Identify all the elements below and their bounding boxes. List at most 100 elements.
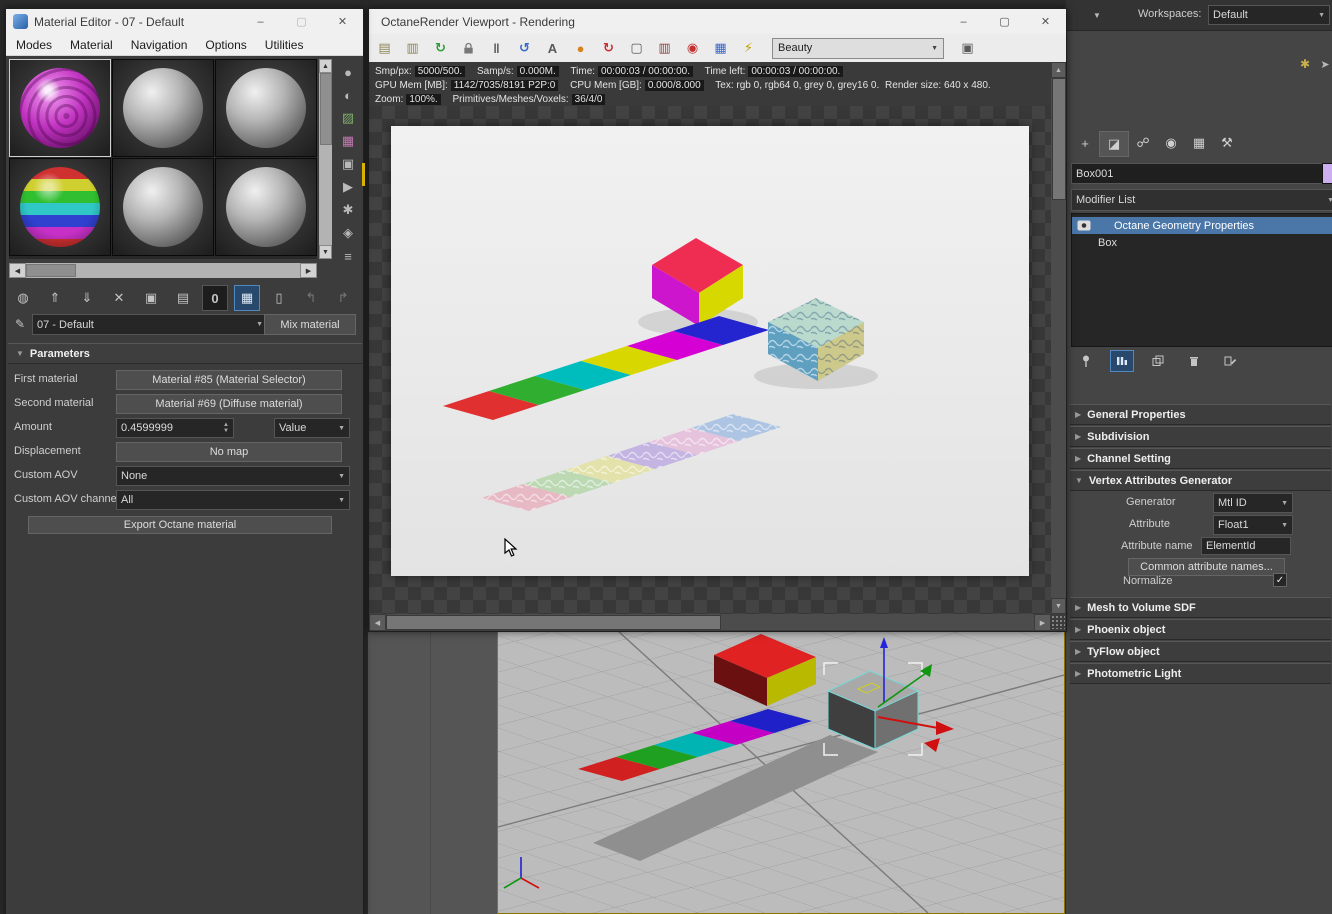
sample-slot[interactable] <box>9 158 111 256</box>
rollout-general-properties[interactable]: ▶ General Properties <box>1070 404 1331 425</box>
resize-grip[interactable] <box>1051 615 1065 629</box>
tab-hierarchy-icon[interactable]: ☍ <box>1129 131 1157 155</box>
attribute-name-field[interactable]: ElementId <box>1201 537 1291 555</box>
background-icon[interactable]: ▨ <box>336 107 360 129</box>
custom-aov-dropdown[interactable]: None ▼ <box>116 466 350 486</box>
sample-type-icon[interactable]: ● <box>336 61 360 83</box>
tab-display-icon[interactable]: ▦ <box>1185 131 1213 155</box>
spinner-down-icon[interactable]: ▼ <box>223 428 229 434</box>
tab-modify-icon[interactable]: ◪ <box>1099 131 1129 157</box>
show-end-result-icon[interactable] <box>1110 350 1134 372</box>
kernel-bolt-icon[interactable]: ⚡ <box>738 38 759 59</box>
spinner-arrows[interactable]: ▲ ▼ <box>223 422 229 434</box>
maximize-button[interactable]: ▢ <box>984 9 1025 34</box>
rollout-subdivision[interactable]: ▶ Subdivision <box>1070 426 1331 447</box>
vertical-scrollbar[interactable]: ▲ ▼ <box>1051 62 1066 614</box>
close-button[interactable]: ✕ <box>1025 9 1066 34</box>
maximize-button[interactable]: ▢ <box>281 9 322 34</box>
horizontal-scrollbar[interactable]: ◀ ▶ <box>369 614 1051 631</box>
render-pass-dropdown[interactable]: Beauty ▼ <box>772 37 944 59</box>
pick-material-pencil-icon[interactable]: ✎ <box>12 315 28 333</box>
tab-create-icon[interactable]: + <box>1071 131 1099 155</box>
scroll-right-button[interactable]: ▶ <box>300 263 317 278</box>
copy-clipboard-icon[interactable]: ▥ <box>402 38 423 59</box>
rollout-photometric-light[interactable]: ▶ Photometric Light <box>1070 663 1331 684</box>
visibility-eye-icon[interactable] <box>1077 220 1091 231</box>
remove-modifier-icon[interactable] <box>1182 350 1206 372</box>
go-to-parent-icon[interactable]: ↰ <box>298 285 324 311</box>
make-unique-icon[interactable] <box>1146 350 1170 372</box>
tab-utilities-icon[interactable]: ⚒ <box>1213 131 1241 155</box>
film-icon[interactable]: ▦ <box>710 38 731 59</box>
material-map-navigator-icon[interactable]: ≡ <box>336 245 360 267</box>
viewport-perspective[interactable] <box>497 630 1065 914</box>
material-type-button[interactable]: Mix material <box>264 314 356 335</box>
sample-slot[interactable] <box>215 158 317 256</box>
restart-render-icon[interactable]: ↺ <box>514 38 535 59</box>
put-material-to-scene-icon[interactable]: ⇑ <box>42 285 68 311</box>
main-toolbar-icon-2[interactable]: ➤ <box>1316 55 1332 73</box>
rollout-vertex-attributes-generator[interactable]: ▼ Vertex Attributes Generator <box>1070 470 1331 491</box>
menu-options[interactable]: Options <box>205 38 246 52</box>
save-render-icon[interactable]: ▤ <box>374 38 395 59</box>
print-icon[interactable]: ▥ <box>654 38 675 59</box>
sample-slot[interactable] <box>112 158 214 256</box>
material-name-dropdown[interactable]: 07 - Default ▼ <box>32 314 268 335</box>
sample-uv-tiling-icon[interactable]: ▦ <box>336 130 360 152</box>
text-overlay-icon[interactable]: A <box>542 38 563 59</box>
attribute-dropdown[interactable]: Float1 ▼ <box>1213 515 1293 535</box>
get-material-icon[interactable]: ◍ <box>10 285 36 311</box>
vertical-scroll-thumb[interactable] <box>1052 78 1066 200</box>
common-attribute-names-button[interactable]: Common attribute names... <box>1128 558 1285 576</box>
scroll-left-button[interactable]: ◀ <box>369 614 386 631</box>
object-name-field[interactable]: Box001 <box>1071 163 1329 184</box>
make-preview-icon[interactable]: ▶ <box>336 176 360 198</box>
rollout-phoenix-object[interactable]: ▶ Phoenix object <box>1070 619 1331 640</box>
video-color-check-icon[interactable]: ▣ <box>336 153 360 175</box>
custom-aov-channel-dropdown[interactable]: All ▼ <box>116 490 350 510</box>
sample-slot-active[interactable] <box>9 59 111 157</box>
menu-navigation[interactable]: Navigation <box>131 38 188 52</box>
horizontal-scroll-thumb[interactable] <box>386 615 721 630</box>
make-material-copy-icon[interactable]: ▣ <box>138 285 164 311</box>
rollout-parameters[interactable]: ▼ Parameters <box>8 343 362 364</box>
minimize-button[interactable]: – <box>240 9 281 34</box>
rollout-mesh-to-volume-sdf[interactable]: ▶ Mesh to Volume SDF <box>1070 597 1331 618</box>
configure-modifier-sets-icon[interactable] <box>1218 350 1242 372</box>
amount-mode-dropdown[interactable]: Value ▼ <box>274 418 350 438</box>
put-to-library-icon[interactable]: ▤ <box>170 285 196 311</box>
show-shaded-material-in-viewport-icon[interactable]: ▦ <box>234 285 260 311</box>
reset-render-icon[interactable]: ↻ <box>598 38 619 59</box>
scroll-up-button[interactable]: ▲ <box>1051 62 1066 78</box>
rollout-channel-setting[interactable]: ▶ Channel Setting <box>1070 448 1331 469</box>
material-id-channel-icon[interactable]: 0 <box>202 285 228 311</box>
pin-stack-icon[interactable] <box>1074 350 1098 372</box>
minimize-button[interactable]: – <box>943 9 984 34</box>
object-color-swatch[interactable] <box>1322 163 1332 184</box>
scroll-right-button[interactable]: ▶ <box>1034 614 1051 631</box>
pause-render-icon[interactable]: ‖ <box>486 38 507 59</box>
assign-material-to-selection-icon[interactable]: ⇓ <box>74 285 100 311</box>
select-by-material-icon[interactable]: ◈ <box>336 222 360 244</box>
menu-utilities[interactable]: Utilities <box>265 38 304 52</box>
normalize-checkbox[interactable]: ✓ <box>1273 573 1287 587</box>
menu-material[interactable]: Material <box>70 38 113 52</box>
fullscreen-icon[interactable]: ▣ <box>957 38 978 59</box>
scroll-down-button[interactable]: ▼ <box>319 245 332 259</box>
workspaces-select[interactable]: Default ▼ <box>1208 5 1330 25</box>
main-toolbar-icon-1[interactable]: ✱ <box>1296 55 1314 73</box>
options-icon[interactable]: ✱ <box>336 199 360 221</box>
second-material-button[interactable]: Material #69 (Diffuse material) <box>116 394 342 414</box>
camera-icon[interactable]: ◉ <box>682 38 703 59</box>
refresh-render-icon[interactable]: ↻ <box>430 38 451 59</box>
tab-motion-icon[interactable]: ◉ <box>1157 131 1185 155</box>
modifier-list-dropdown[interactable]: Modifier List ▼ <box>1071 189 1332 211</box>
backlight-icon[interactable]: ◐ <box>336 84 360 106</box>
slots-hscroll-thumb[interactable] <box>26 264 76 277</box>
sample-slot[interactable] <box>215 59 317 157</box>
amount-spinner[interactable]: 0.4599999 ▲ ▼ <box>116 418 234 438</box>
modifier-stack-item-box[interactable]: Box <box>1072 235 1332 251</box>
slots-scroll-thumb[interactable] <box>320 73 332 145</box>
scroll-down-button[interactable]: ▼ <box>1051 598 1066 614</box>
reset-map-icon[interactable]: ✕ <box>106 285 132 311</box>
